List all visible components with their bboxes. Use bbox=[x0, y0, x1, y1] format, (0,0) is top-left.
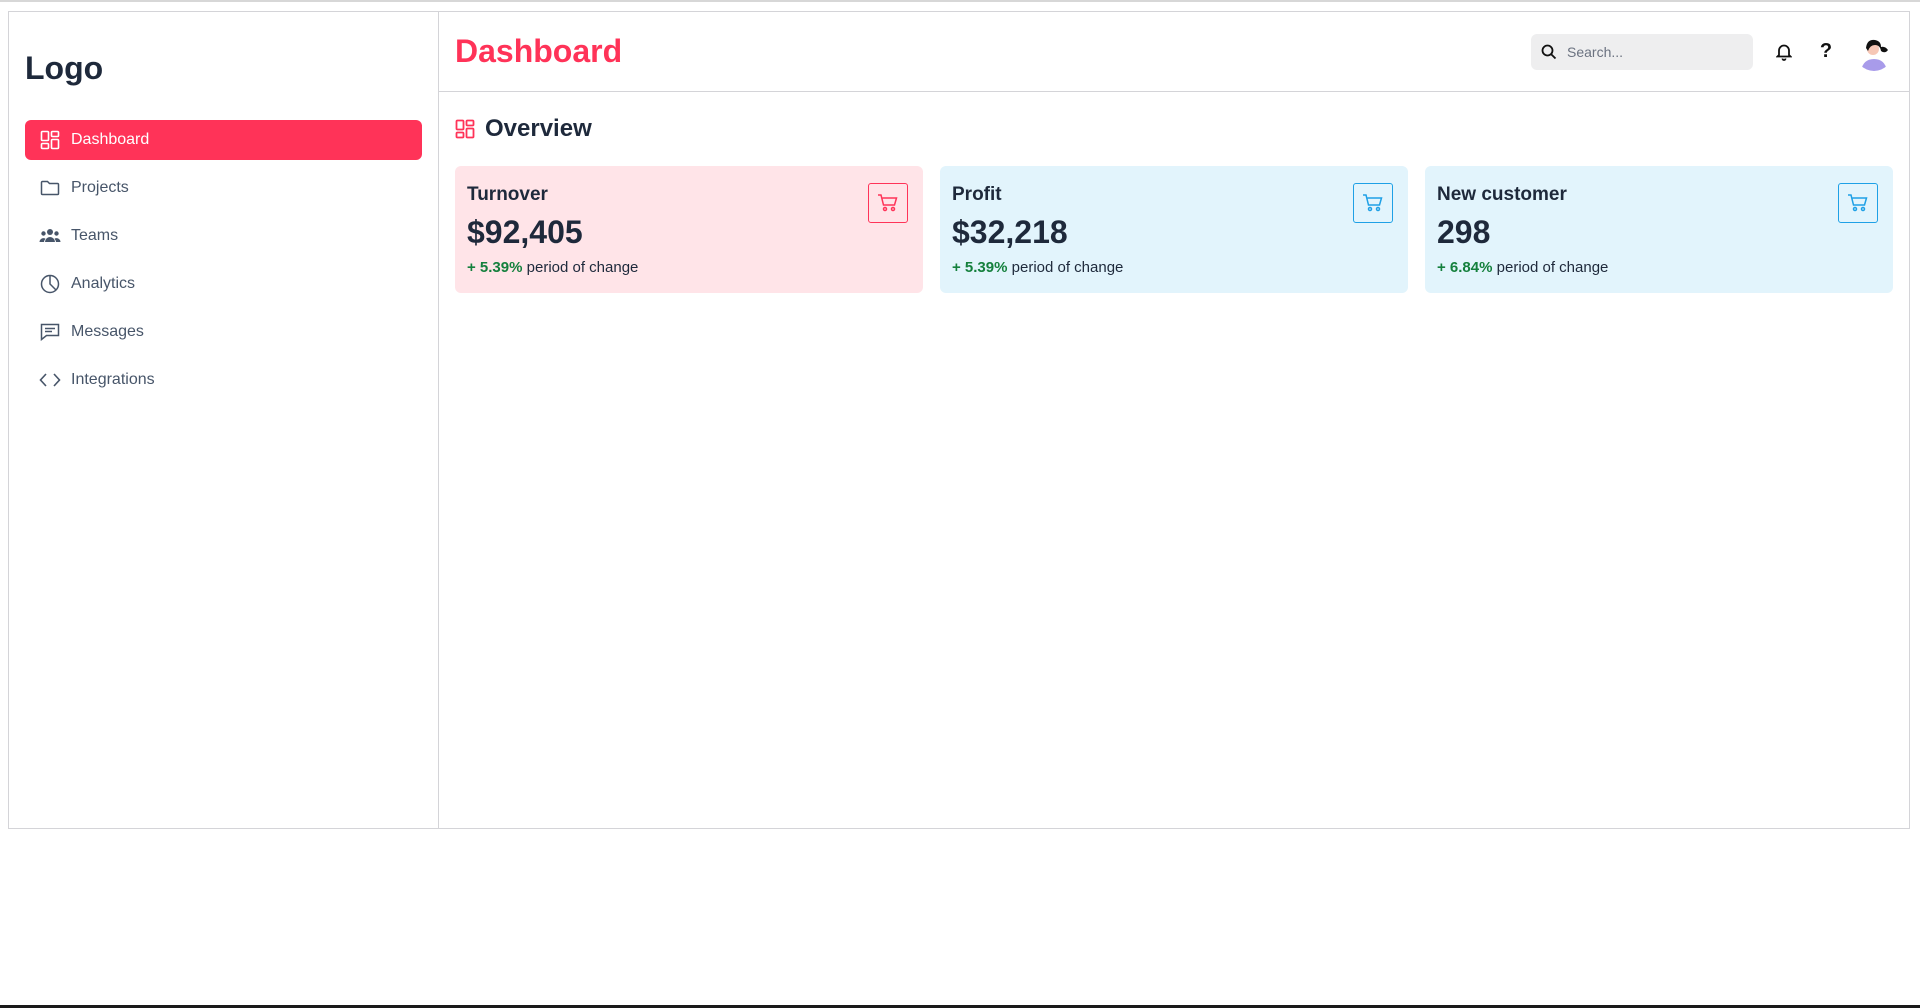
card-value: $92,405 bbox=[467, 214, 583, 250]
card-value: $32,218 bbox=[952, 214, 1068, 250]
cart-button[interactable] bbox=[868, 183, 908, 223]
overview-section: Overview Turnover $92,405 + 5.39% period… bbox=[439, 92, 1909, 315]
card-label: Profit bbox=[952, 184, 1002, 205]
sidebar-item-label: Messages bbox=[71, 323, 144, 340]
avatar[interactable] bbox=[1855, 32, 1893, 71]
sidebar-item-label: Dashboard bbox=[71, 131, 150, 148]
sidebar-item-analytics[interactable]: Analytics bbox=[25, 264, 422, 304]
pie-chart-icon bbox=[39, 273, 61, 295]
card-change: + 5.39% period of change bbox=[952, 259, 1396, 276]
sidebar: Logo Dashboard Projects Teams Analytics … bbox=[9, 12, 439, 828]
sidebar-nav: Dashboard Projects Teams Analytics Messa… bbox=[25, 120, 422, 400]
message-icon bbox=[39, 321, 61, 343]
window-top-border bbox=[0, 0, 1920, 2]
change-text: period of change bbox=[1492, 259, 1609, 276]
cart-icon bbox=[1847, 193, 1869, 213]
change-percent: + 6.84% bbox=[1437, 259, 1493, 276]
sidebar-item-label: Teams bbox=[71, 227, 119, 244]
help-icon[interactable]: ? bbox=[1815, 40, 1837, 63]
sidebar-item-integrations[interactable]: Integrations bbox=[25, 360, 422, 400]
card-label: New customer bbox=[1437, 184, 1567, 205]
folder-icon bbox=[39, 177, 61, 199]
change-percent: + 5.39% bbox=[467, 259, 523, 276]
logo: Logo bbox=[25, 50, 104, 86]
dashboard-icon bbox=[39, 129, 61, 151]
users-icon bbox=[39, 225, 61, 247]
cart-button[interactable] bbox=[1838, 183, 1878, 223]
top-header: Dashboard ? bbox=[439, 12, 1909, 92]
overview-title: Overview bbox=[485, 115, 592, 142]
sidebar-item-messages[interactable]: Messages bbox=[25, 312, 422, 352]
search-box[interactable] bbox=[1531, 33, 1753, 70]
card-change: + 6.84% period of change bbox=[1437, 259, 1881, 276]
sidebar-item-projects[interactable]: Projects bbox=[25, 168, 422, 208]
card-change: + 5.39% period of change bbox=[467, 259, 911, 276]
stat-card-turnover: Turnover $92,405 + 5.39% period of chang… bbox=[455, 166, 923, 293]
change-text: period of change bbox=[522, 259, 639, 276]
sidebar-item-label: Projects bbox=[71, 179, 129, 196]
sidebar-item-label: Analytics bbox=[71, 275, 136, 292]
section-title: Overview bbox=[455, 114, 1893, 144]
card-label: Turnover bbox=[467, 184, 548, 205]
code-icon bbox=[39, 369, 61, 391]
sidebar-item-label: Integrations bbox=[71, 371, 155, 388]
search-input[interactable] bbox=[1565, 42, 1739, 61]
change-percent: + 5.39% bbox=[952, 259, 1008, 276]
card-value: 298 bbox=[1437, 214, 1491, 250]
bell-icon[interactable] bbox=[1773, 41, 1795, 63]
stat-cards: Turnover $92,405 + 5.39% period of chang… bbox=[455, 166, 1893, 293]
main-area: Dashboard ? bbox=[439, 12, 1909, 828]
cart-icon bbox=[1362, 193, 1384, 213]
stat-card-profit: Profit $32,218 + 5.39% period of change bbox=[940, 166, 1408, 293]
search-icon bbox=[1541, 44, 1557, 60]
change-text: period of change bbox=[1007, 259, 1124, 276]
dashboard-icon bbox=[455, 119, 475, 139]
header-actions: ? bbox=[1531, 32, 1893, 71]
cart-button[interactable] bbox=[1353, 183, 1393, 223]
sidebar-item-dashboard[interactable]: Dashboard bbox=[25, 120, 422, 160]
sidebar-item-teams[interactable]: Teams bbox=[25, 216, 422, 256]
stat-card-new-customer: New customer 298 + 6.84% period of chang… bbox=[1425, 166, 1893, 293]
cart-icon bbox=[877, 193, 899, 213]
app-frame: Logo Dashboard Projects Teams Analytics … bbox=[8, 11, 1910, 829]
page-title: Dashboard bbox=[455, 33, 623, 69]
